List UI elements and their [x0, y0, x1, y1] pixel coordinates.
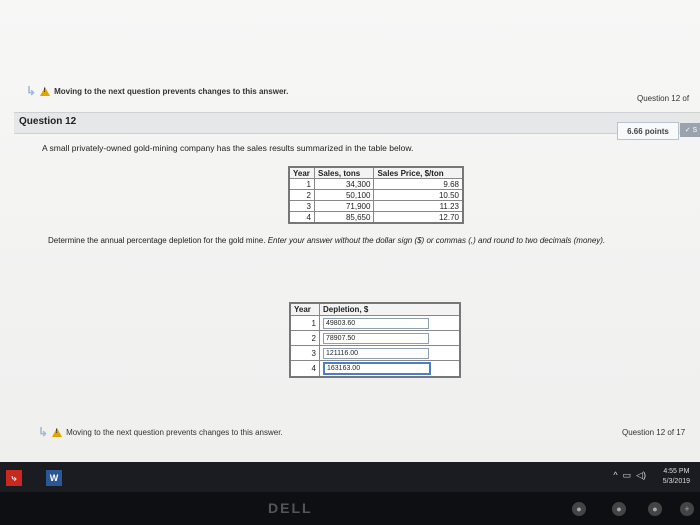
clock-date: 5/3/2019 — [662, 478, 690, 485]
table-row: 4 — [289, 360, 461, 378]
price-cell: 9.68 — [373, 178, 464, 190]
warning-text: Moving to the next question prevents cha… — [54, 86, 289, 96]
table-row: 2 50,100 10.50 — [288, 189, 464, 201]
year-cell: 2 — [289, 330, 320, 346]
brand-logo: DELL — [268, 500, 313, 516]
sales-col-year: Year — [288, 166, 315, 179]
depletion-answer-input[interactable] — [323, 347, 429, 359]
arrow-return-icon: ↳ — [26, 84, 37, 98]
tons-cell: 85,650 — [313, 211, 375, 224]
warning-text: Moving to the next question prevents cha… — [66, 427, 283, 437]
browser-viewport: ↳ Moving to the next question prevents c… — [0, 0, 700, 462]
pdf-reader-icon[interactable]: ⤷ — [6, 470, 22, 486]
question-counter-bottom: Question 12 of 17 — [622, 428, 686, 437]
table-row: 4 85,650 12.70 — [288, 211, 464, 224]
price-cell: 10.50 — [373, 189, 464, 201]
word-app-icon[interactable]: W — [46, 470, 62, 486]
question-prompt: A small privately-owned gold-mining comp… — [42, 143, 414, 153]
chevron-up-icon[interactable]: ^ — [613, 470, 617, 481]
year-cell: 4 — [289, 360, 320, 378]
price-cell: 12.70 — [373, 211, 464, 224]
question-counter-top: Question 12 of — [637, 94, 690, 103]
sales-table: Year Sales, tons Sales Price, $/ton 1 34… — [288, 166, 464, 224]
depletion-answer-input[interactable] — [323, 362, 431, 375]
monitor-button: ● — [572, 502, 586, 516]
answer-cell — [319, 330, 461, 346]
sales-col-tons: Sales, tons — [313, 166, 375, 179]
price-cell: 11.23 — [373, 200, 464, 212]
tons-cell: 50,100 — [313, 189, 375, 201]
year-cell: 1 — [289, 315, 320, 331]
table-row: 1 — [289, 315, 461, 331]
answer-cell — [319, 315, 461, 331]
year-cell: 3 — [288, 200, 315, 212]
warning-top: ↳ Moving to the next question prevents c… — [26, 84, 288, 98]
year-cell: 4 — [288, 211, 315, 224]
answer-cell — [319, 345, 461, 361]
instruction-italic-text: Enter your answer without the dollar sig… — [267, 236, 606, 245]
network-icon[interactable]: ▭ — [623, 470, 632, 481]
question-header: Question 12 — [14, 112, 700, 134]
taskbar-clock[interactable]: 4:55 PM 5/3/2019 — [663, 467, 690, 487]
tons-cell: 34,300 — [313, 178, 375, 190]
tons-cell: 71,900 — [313, 200, 375, 212]
answer-instructions: Determine the annual percentage depletio… — [48, 236, 605, 245]
speaker-icon[interactable]: ◁) — [636, 470, 646, 481]
warning-bottom: ↳ Moving to the next question prevents c… — [38, 425, 283, 439]
table-row: 3 71,900 11.23 — [288, 200, 464, 212]
table-row: 1 34,300 9.68 — [288, 178, 464, 190]
monitor-button: ● — [612, 502, 626, 516]
depletion-table-header-row: Year Depletion, $ — [289, 302, 461, 316]
answer-cell — [319, 360, 461, 378]
depletion-answer-input[interactable] — [323, 332, 429, 344]
points-badge: 6.66 points — [617, 122, 679, 140]
warning-icon — [40, 86, 51, 96]
arrow-return-icon: ↳ — [38, 425, 49, 439]
depletion-table: Year Depletion, $ 1 2 3 — [289, 302, 461, 378]
monitor-button: + — [680, 502, 694, 516]
clock-time: 4:55 PM — [663, 468, 690, 475]
sales-table-header-row: Year Sales, tons Sales Price, $/ton — [288, 166, 464, 179]
depletion-col-year: Year — [289, 302, 320, 316]
year-cell: 2 — [288, 189, 315, 201]
question-title: Question 12 — [19, 116, 77, 127]
depletion-col-amount: Depletion, $ — [319, 302, 461, 316]
year-cell: 1 — [288, 178, 315, 190]
table-row: 3 — [289, 345, 461, 361]
warning-icon — [52, 427, 63, 437]
system-tray: ^ ▭ ◁) — [613, 470, 646, 481]
save-status-chip[interactable]: ✓ S — [680, 123, 700, 137]
depletion-answer-input[interactable] — [323, 317, 429, 329]
table-row: 2 — [289, 330, 461, 346]
instruction-text: Determine the annual percentage depletio… — [48, 236, 268, 245]
monitor-button: ● — [648, 502, 662, 516]
monitor-bezel: DELL ● ● ● + — [0, 492, 700, 525]
taskbar: ⤷ W ^ ▭ ◁) 4:55 PM 5/3/2019 — [0, 462, 700, 492]
year-cell: 3 — [289, 345, 320, 361]
sales-col-price: Sales Price, $/ton — [373, 166, 464, 179]
